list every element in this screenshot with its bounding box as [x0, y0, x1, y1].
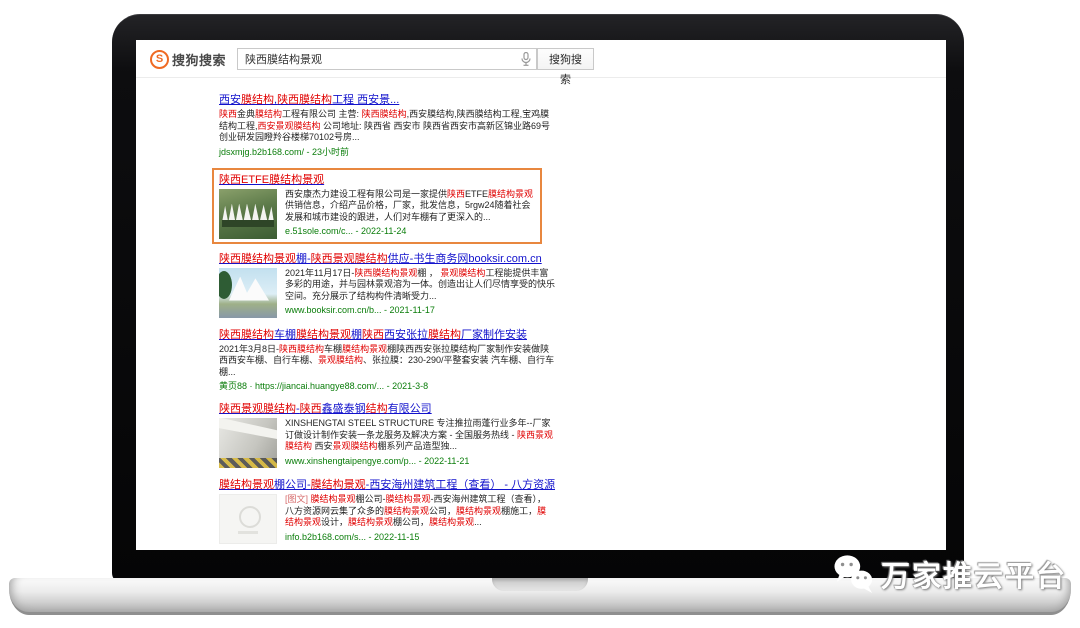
result-description: [图文] 膜结构景观棚公司-膜结构景观-西安海州建筑工程（查看），八方资源网云集… — [285, 494, 555, 529]
result-text-column: 陕西金典膜结构工程有限公司 主营: 陕西膜结构,西安膜结构,陕西膜结构工程,宝鸡… — [219, 109, 555, 158]
result-title-link[interactable]: 陕西膜结构景观棚-陕西景观膜结构供应-书生商务网booksir.com.cn — [219, 252, 555, 266]
result-text-column: XINSHENGTAI STEEL STRUCTURE 专注推拉雨蓬行业多年--… — [285, 418, 555, 468]
result-description: 西安康杰力建设工程有限公司是一家提供陕西ETFE膜结构景观供销信息，介绍产品价格… — [285, 189, 535, 224]
result-title-link[interactable]: 西安膜结构,陕西膜结构工程 西安景... — [219, 93, 555, 107]
search-result: 陕西ETFE膜结构景观 西安康杰力建设工程有限公司是一家提供陕西ETFE膜结构景… — [212, 168, 542, 244]
sogou-logo[interactable]: S 搜狗搜索 — [150, 50, 226, 68]
result-text-column: 2021年3月8日-陕西膜结构车棚膜结构景观棚陕西西安张拉膜结构厂家制作安装做陕… — [219, 344, 555, 393]
result-body: 陕西金典膜结构工程有限公司 主营: 陕西膜结构,西安膜结构,陕西膜结构工程,宝鸡… — [219, 109, 555, 158]
result-body: 2021年3月8日-陕西膜结构车棚膜结构景观棚陕西西安张拉膜结构厂家制作安装做陕… — [219, 344, 555, 393]
wechat-icon — [833, 554, 875, 594]
result-thumbnail[interactable] — [219, 189, 277, 239]
result-url: 黄页88 · https://jiancai.huangye88.com/...… — [219, 381, 555, 392]
laptop-lid-notch — [492, 578, 588, 591]
result-description: XINSHENGTAI STEEL STRUCTURE 专注推拉雨蓬行业多年--… — [285, 418, 555, 453]
result-thumbnail[interactable] — [219, 494, 277, 544]
result-url: jdsxmjg.b2b168.com/ - 23小时前 — [219, 147, 555, 158]
result-body: 西安康杰力建设工程有限公司是一家提供陕西ETFE膜结构景观供销信息，介绍产品价格… — [219, 189, 535, 239]
search-result: 陕西膜结构车棚膜结构景观棚陕西西安张拉膜结构厂家制作安装 2021年3月8日-陕… — [219, 328, 555, 393]
result-url: info.b2b168.com/s... - 2022-11-15 — [285, 532, 555, 543]
watermark-label: 万家推云平台 — [881, 553, 1067, 595]
result-thumbnail[interactable] — [219, 418, 277, 468]
search-header: S 搜狗搜索 搜狗搜索 — [136, 40, 946, 78]
result-body: XINSHENGTAI STEEL STRUCTURE 专注推拉雨蓬行业多年--… — [219, 418, 555, 468]
result-text-column: 西安康杰力建设工程有限公司是一家提供陕西ETFE膜结构景观供销信息，介绍产品价格… — [285, 189, 535, 239]
search-button[interactable]: 搜狗搜索 — [537, 48, 594, 70]
result-body: 2021年11月17日-陕西膜结构景观棚 ， 景观膜结构工程能提供丰富多彩的用途… — [219, 268, 555, 318]
result-url: www.booksir.com.cn/b... - 2021-11-17 — [285, 305, 555, 316]
search-result: 膜结构景观棚公司-膜结构景观-西安海州建筑工程（查看） - 八方资源网 [图文]… — [219, 478, 555, 544]
results-list: 西安膜结构,陕西膜结构工程 西安景... 陕西金典膜结构工程有限公司 主营: 陕… — [219, 93, 555, 550]
result-description: 陕西金典膜结构工程有限公司 主营: 陕西膜结构,西安膜结构,陕西膜结构工程,宝鸡… — [219, 109, 555, 144]
search-result: 陕西景观膜结构-陕西鑫盛泰钢结构有限公司 XINSHENGTAI STEEL S… — [219, 402, 555, 468]
result-url: www.xinshengtaipengye.com/p... - 2022-11… — [285, 456, 555, 467]
result-title-link[interactable]: 陕西膜结构车棚膜结构景观棚陕西西安张拉膜结构厂家制作安装 — [219, 328, 555, 342]
search-result: 西安膜结构,陕西膜结构工程 西安景... 陕西金典膜结构工程有限公司 主营: 陕… — [219, 93, 555, 158]
result-description: 2021年11月17日-陕西膜结构景观棚 ， 景观膜结构工程能提供丰富多彩的用途… — [285, 268, 555, 303]
result-text-column: 2021年11月17日-陕西膜结构景观棚 ， 景观膜结构工程能提供丰富多彩的用途… — [285, 268, 555, 318]
result-url: e.51sole.com/c... - 2022-11-24 — [285, 226, 535, 237]
result-title-link[interactable]: 陕西ETFE膜结构景观 — [219, 173, 535, 187]
sogou-logo-label: 搜狗搜索 — [172, 50, 226, 69]
result-body: [图文] 膜结构景观棚公司-膜结构景观-西安海州建筑工程（查看），八方资源网云集… — [219, 494, 555, 544]
result-text-column: [图文] 膜结构景观棚公司-膜结构景观-西安海州建筑工程（查看），八方资源网云集… — [285, 494, 555, 544]
result-description: 2021年3月8日-陕西膜结构车棚膜结构景观棚陕西西安张拉膜结构厂家制作安装做陕… — [219, 344, 555, 379]
browser-screen: S 搜狗搜索 搜狗搜索 西安膜结构,陕西膜结构工程 西安景... 陕西金典膜结构… — [136, 40, 946, 550]
search-input[interactable] — [237, 48, 537, 70]
result-thumbnail[interactable] — [219, 268, 277, 318]
result-title-link[interactable]: 膜结构景观棚公司-膜结构景观-西安海州建筑工程（查看） - 八方资源网 — [219, 478, 555, 492]
result-title-link[interactable]: 陕西景观膜结构-陕西鑫盛泰钢结构有限公司 — [219, 402, 555, 416]
microphone-icon[interactable] — [520, 52, 532, 66]
sogou-logo-icon: S — [150, 50, 169, 69]
watermark: 万家推云平台 — [833, 553, 1067, 595]
search-result: 陕西膜结构景观棚-陕西景观膜结构供应-书生商务网booksir.com.cn 2… — [219, 252, 555, 318]
